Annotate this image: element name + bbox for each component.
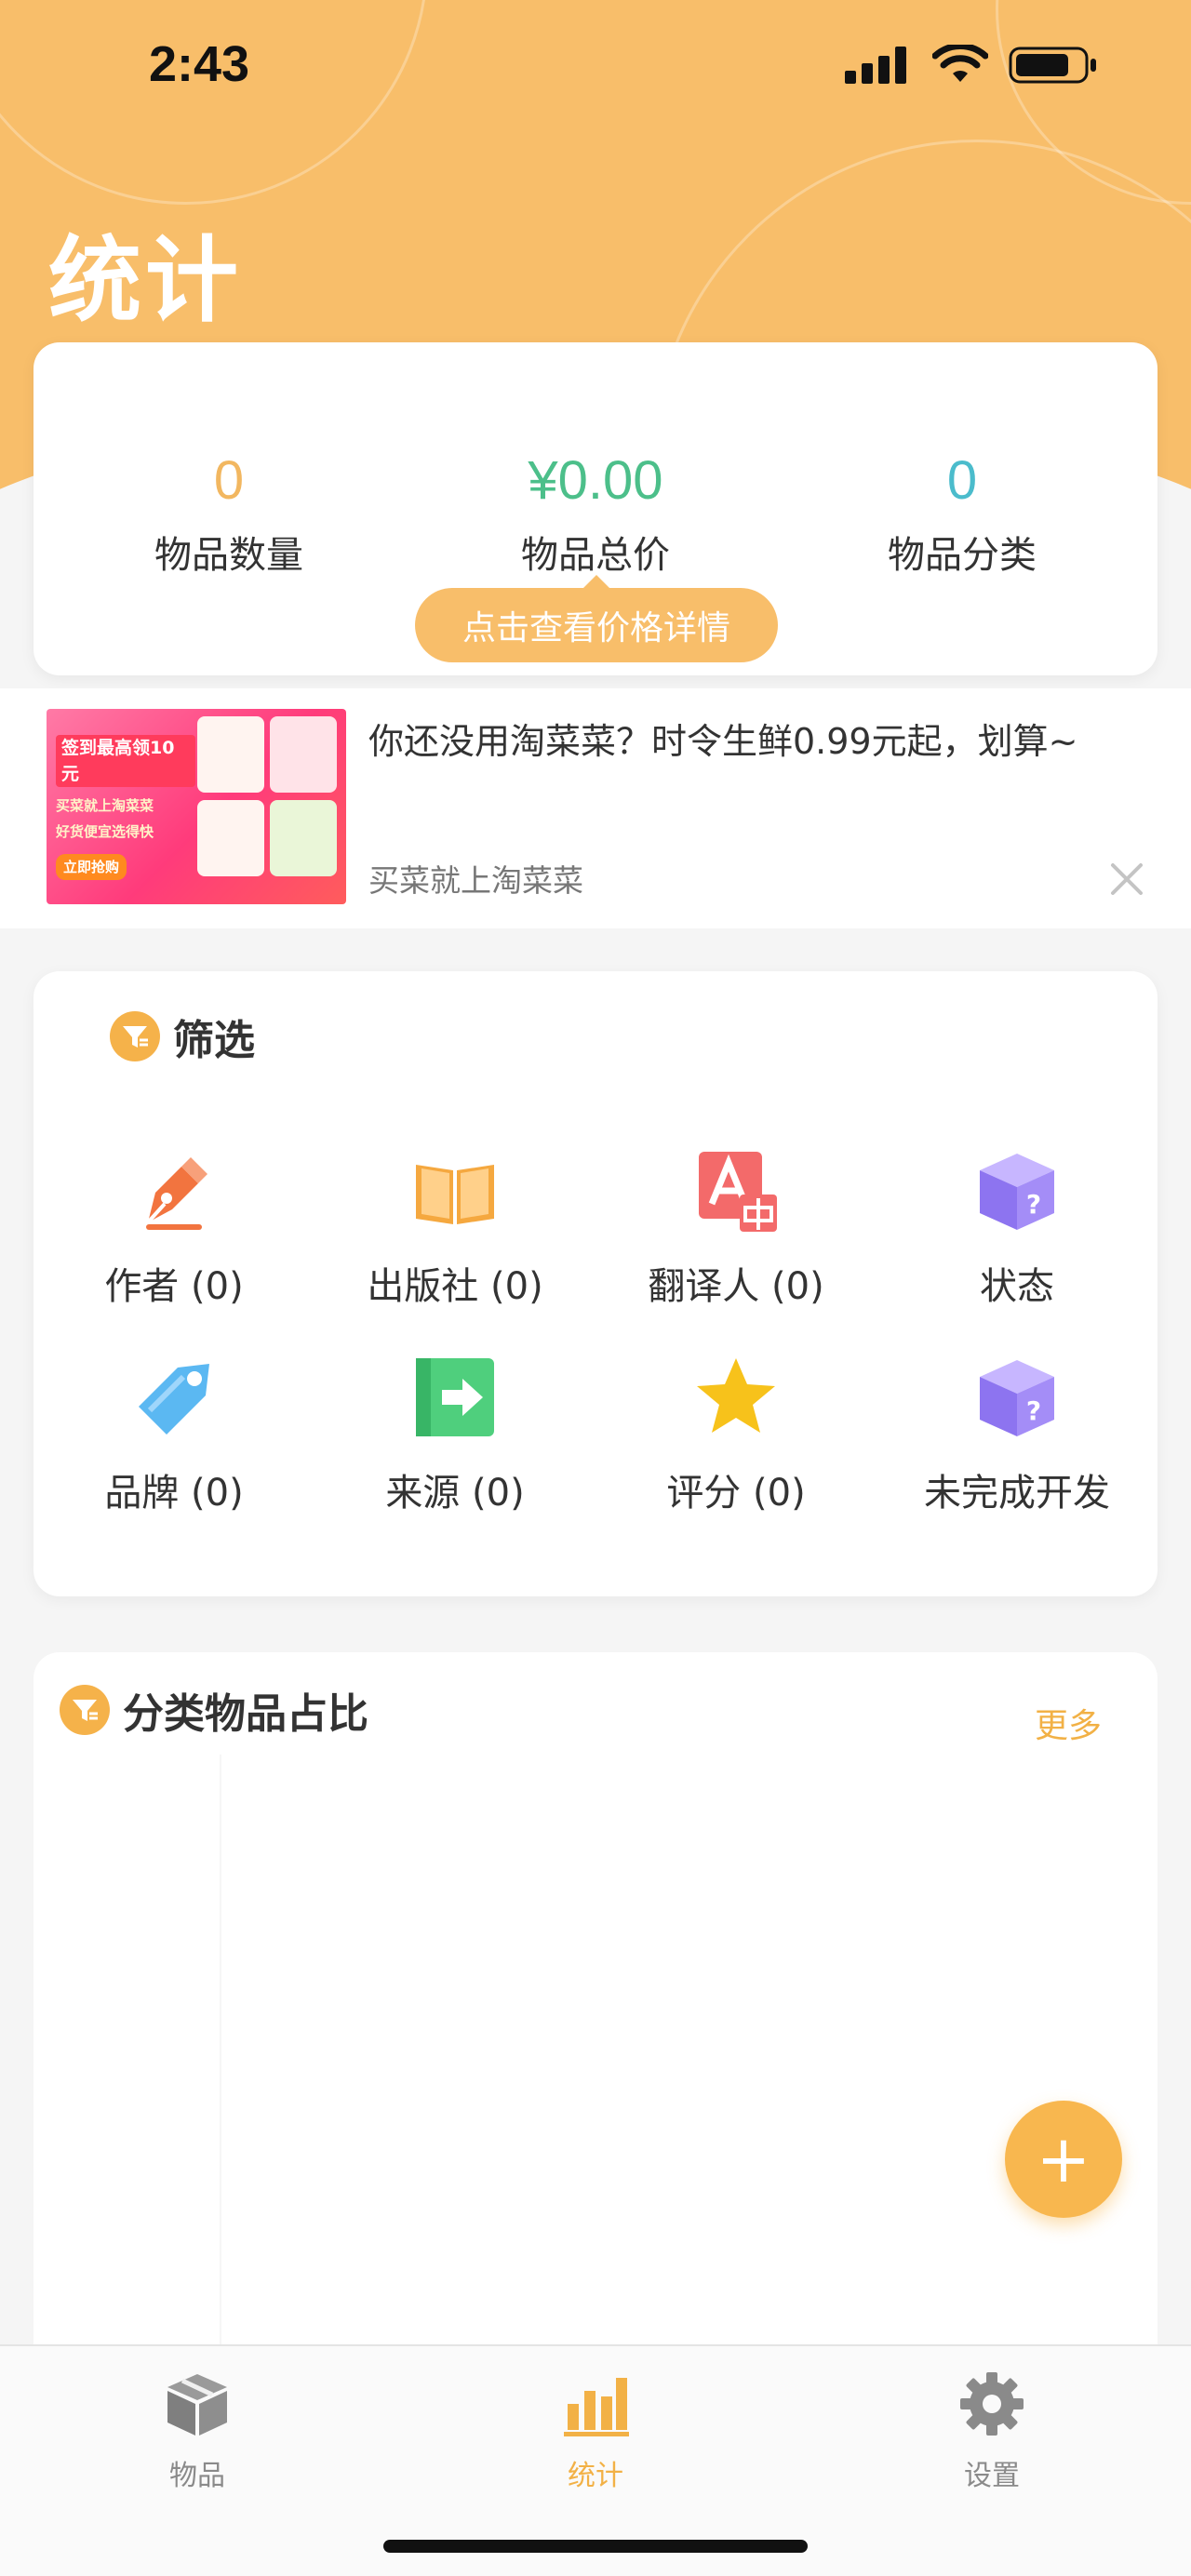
svg-text:?: ? (1026, 1189, 1041, 1220)
filter-item-label: 作者 (0) (104, 1265, 244, 1308)
price-detail-button[interactable]: 点击查看价格详情 (415, 575, 778, 662)
translate-icon (699, 1152, 777, 1232)
filter-item-label: 品牌 (0) (104, 1472, 244, 1515)
stat-total-price-label: 物品总价 (521, 534, 670, 577)
battery-icon (1009, 47, 1096, 84)
stat-total-price-value: ¥0.00 (528, 450, 663, 511)
tab-settings[interactable]: 设置 (899, 2369, 1085, 2493)
filter-title-label: 筛选 (173, 1017, 255, 1064)
stat-count-value: 0 (213, 450, 245, 511)
book-icon (416, 1165, 494, 1224)
stat-categories-label: 物品分类 (888, 534, 1037, 577)
ad-headline[interactable]: 你还没用淘菜菜？时令生鲜0.99元起，划算~ (368, 713, 1150, 764)
filter-item-source[interactable]: 来源 (0) (314, 1353, 596, 1516)
star-icon (697, 1358, 775, 1433)
filter-item-label: 出版社 (0) (367, 1265, 543, 1308)
filter-card: 筛选 作者 (0) 出版社 (0) 翻译人 (0) ? 状态 品牌 (0) 来源… (33, 971, 1158, 1596)
status-time: 2:43 (149, 36, 250, 92)
wifi-icon (932, 45, 988, 82)
filter-item-author[interactable]: 作者 (0) (33, 1146, 314, 1310)
close-icon[interactable] (1104, 856, 1150, 902)
stats-card: 0 物品数量 ¥0.00 物品总价 0 物品分类 点击查看价格详情 (33, 342, 1158, 675)
stat-count-label: 物品数量 (154, 534, 303, 577)
cellular-signal-icon (845, 47, 906, 84)
ad-image[interactable]: 签到最高领10元 买菜就上淘菜菜 好货便宜选得快 立即抢购 (47, 709, 346, 904)
tab-label: 设置 (964, 2460, 1020, 2492)
ad-image-text: 签到最高领10元 (56, 735, 195, 787)
filter-icon (110, 1011, 160, 1061)
stat-item-categories: 0 物品分类 (795, 449, 1130, 579)
ad-image-text: 买菜就上淘菜菜 (56, 797, 154, 814)
ad-product-tile (197, 800, 264, 876)
filter-item-translator[interactable]: 翻译人 (0) (596, 1146, 877, 1310)
stat-item-count: 0 物品数量 (61, 449, 396, 579)
status-bar: 2:43 (0, 0, 1191, 140)
ad-subtitle: 买菜就上淘菜菜 (368, 862, 583, 899)
tab-label: 统计 (568, 2460, 623, 2492)
filter-item-rating[interactable]: 评分 (0) (596, 1353, 877, 1516)
home-indicator[interactable] (383, 2540, 808, 2553)
category-chart-area (33, 1755, 1158, 2359)
filter-item-label: 评分 (0) (666, 1472, 806, 1515)
mystery-box-icon: ? (980, 1154, 1054, 1230)
filter-item-label: 状态 (980, 1265, 1054, 1308)
filter-item-brand[interactable]: 品牌 (0) (33, 1353, 314, 1516)
ad-product-tile (270, 800, 337, 876)
ad-image-text: 好货便宜选得快 (56, 823, 154, 840)
pen-icon (146, 1157, 207, 1230)
mystery-box-icon: ? (980, 1360, 1054, 1436)
bar-chart-icon (564, 2378, 629, 2436)
category-chart-card: 分类物品占比 更多 (33, 1652, 1158, 2359)
stat-item-total-price: ¥0.00 物品总价 (428, 449, 763, 579)
gear-icon (960, 2372, 1024, 2436)
tag-icon (139, 1364, 209, 1435)
tab-items[interactable]: 物品 (104, 2369, 290, 2493)
ad-product-tile (270, 716, 337, 793)
stat-categories-value: 0 (946, 450, 978, 511)
source-arrow-icon (416, 1358, 494, 1436)
ad-banner[interactable]: 签到最高领10元 买菜就上淘菜菜 好货便宜选得快 立即抢购 你还没用淘菜菜？时令… (0, 688, 1191, 928)
filter-icon (60, 1685, 110, 1735)
filter-item-publisher[interactable]: 出版社 (0) (314, 1146, 596, 1310)
svg-text:?: ? (1026, 1395, 1041, 1426)
plus-icon: + (1036, 2121, 1091, 2197)
more-link[interactable]: 更多 (1035, 1699, 1102, 1747)
filter-item-unfinished[interactable]: ? 未完成开发 (877, 1353, 1158, 1516)
ad-product-tile (197, 716, 264, 793)
filter-item-label: 未完成开发 (924, 1472, 1110, 1515)
status-icons (845, 45, 1098, 86)
category-chart-title: 分类物品占比 (60, 1680, 368, 1740)
category-chart-title-label: 分类物品占比 (123, 1690, 368, 1738)
chart-axis-line (220, 1755, 221, 2359)
page-title: 统计 (48, 226, 242, 335)
filter-item-label: 翻译人 (0) (648, 1265, 824, 1308)
ad-image-text: 立即抢购 (56, 854, 127, 880)
filter-title: 筛选 (110, 1007, 255, 1066)
tab-stats[interactable]: 统计 (502, 2369, 689, 2493)
add-button[interactable]: + (1005, 2101, 1122, 2218)
box-icon (167, 2374, 227, 2436)
tab-label: 物品 (169, 2460, 225, 2492)
filter-item-label: 来源 (0) (385, 1472, 525, 1515)
filter-item-status[interactable]: ? 状态 (877, 1146, 1158, 1310)
